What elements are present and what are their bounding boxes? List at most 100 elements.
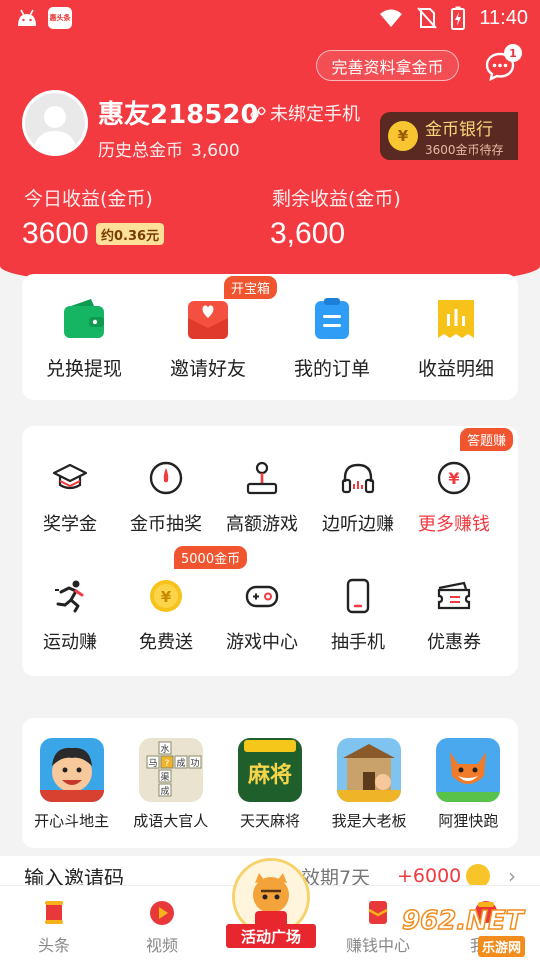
complete-profile-button[interactable]: 完善资料拿金币 (316, 50, 459, 81)
receipt-icon (438, 300, 474, 338)
coin-bank-title: 金币银行 (425, 119, 493, 140)
default-avatar-icon (25, 93, 85, 153)
coin-lottery-button[interactable]: 金币抽奖 (118, 426, 214, 544)
quick-actions-card: 兑换提现 开宝箱 邀请好友 我的订单 收益明细 (22, 274, 518, 400)
wifi-icon (380, 9, 403, 27)
lottery-dial-icon (149, 461, 183, 495)
news-tab-icon (45, 901, 63, 924)
tab-video[interactable]: 视频 (108, 886, 216, 956)
watermark-text: 乐游网 (478, 936, 526, 957)
svg-text:功: 功 (190, 758, 199, 769)
game-item-mahjong[interactable]: 麻将 天天麻将 (222, 738, 318, 831)
app-notification-icon: 惠头条 (48, 7, 72, 29)
activity-square-label: 活动广场 (226, 924, 316, 948)
headphones-icon (341, 463, 375, 494)
my-orders-label: 我的订单 (293, 358, 370, 380)
game-item-doudizhu[interactable]: 开心斗地主 (24, 738, 120, 831)
doudizhu-icon (39, 738, 104, 802)
svg-text:成: 成 (160, 785, 169, 797)
yen-circle-icon: ¥ (437, 461, 471, 495)
svg-text:¥: ¥ (161, 588, 172, 606)
svg-text:?: ? (164, 759, 169, 769)
coin-bank-subtitle: 3600金币待存 (425, 142, 504, 157)
tab-earn-center-label: 赚钱中心 (345, 936, 410, 955)
yen-coin-icon: ¥ (388, 121, 418, 151)
tab-news[interactable]: 头条 (0, 886, 108, 956)
coupons-button[interactable]: 优惠券 (406, 544, 502, 662)
withdraw-button[interactable]: 兑换提现 (22, 296, 146, 381)
tab-activity-square[interactable]: 活动广场 (226, 858, 316, 960)
tab-video-label: 视频 (145, 936, 178, 955)
game-center-label: 游戏中心 (226, 632, 298, 653)
invite-friends-label: 邀请好友 (169, 358, 246, 380)
messages-button[interactable]: 1 (484, 44, 522, 82)
today-earnings-label: 今日收益(金币) (24, 188, 153, 210)
scholarship-label: 奖学金 (43, 514, 97, 535)
listen-earn-label: 边听边赚 (322, 514, 394, 535)
clipboard-icon (315, 298, 349, 339)
game-name: 天天麻将 (239, 812, 300, 830)
phone-icon (346, 578, 370, 614)
link-icon (250, 106, 266, 120)
invite-friends-button[interactable]: 开宝箱 邀请好友 (146, 276, 278, 381)
bind-phone-link[interactable]: 未绑定手机 (250, 100, 360, 126)
scholarship-button[interactable]: 奖学金 (22, 426, 118, 544)
sport-earn-label: 运动赚 (43, 632, 97, 653)
earn-money-card: 奖学金 金币抽奖 高额游戏 边听边赚 答题赚 ¥ 更多赚钱 运动赚 5000金币… (22, 426, 518, 676)
withdraw-label: 兑换提现 (45, 358, 122, 380)
game-name: 我是大老板 (331, 812, 407, 830)
android-icon (18, 9, 36, 26)
history-value: 3,600 (191, 141, 240, 161)
wallet-icon (64, 299, 104, 338)
svg-text:¥: ¥ (448, 469, 459, 488)
more-earning-button[interactable]: 答题赚 ¥ 更多赚钱 (406, 426, 514, 544)
bind-phone-label: 未绑定手机 (270, 104, 360, 125)
game-item-fox-run[interactable]: 阿狸快跑 (420, 738, 516, 831)
username: 惠友218520 (98, 100, 259, 130)
avatar[interactable] (22, 90, 88, 156)
earn-tab-icon (368, 901, 388, 924)
remaining-earnings-label: 剩余收益(金币) (272, 188, 401, 210)
game-item-boss[interactable]: 我是大老板 (321, 738, 417, 831)
games-card: 开心斗地主 水 马 ? 成 功 渠 成 成语大官人 麻将 天天麻将 我是大老板 … (22, 718, 518, 848)
listen-earn-button[interactable]: 边听边赚 (310, 426, 406, 544)
game-name: 开心斗地主 (34, 812, 110, 830)
win-phone-button[interactable]: 抽手机 (310, 544, 406, 662)
more-earning-label: 更多赚钱 (418, 514, 490, 535)
joystick-icon (246, 461, 278, 495)
win-phone-label: 抽手机 (331, 632, 385, 653)
today-cash-equivalent: 约0.36元 (96, 223, 165, 245)
free-gift-button[interactable]: 5000金币 ¥ 免费送 (118, 544, 248, 662)
coin-bank-button[interactable]: ¥ 金币银行 3600金币待存 (380, 112, 518, 160)
idiom-icon: 水 马 ? 成 功 渠 成 (138, 738, 203, 802)
coin-lottery-label: 金币抽奖 (130, 514, 202, 535)
sport-earn-button[interactable]: 运动赚 (22, 544, 118, 662)
earnings-details-label: 收益明细 (417, 358, 494, 380)
gamepad-icon (245, 585, 279, 608)
history-coins: 历史总金币 3,600 (98, 136, 240, 161)
message-count-badge: 1 (504, 44, 522, 62)
running-icon (55, 580, 84, 613)
game-name: 成语大官人 (133, 812, 209, 830)
tab-news-label: 头条 (37, 936, 70, 955)
watermark-number: 962.NET (401, 905, 524, 937)
battery-charging-icon (451, 6, 466, 30)
remaining-earnings-value: 3,600 (270, 217, 346, 250)
video-tab-icon (150, 901, 174, 925)
svg-text:渠: 渠 (160, 771, 169, 783)
high-reward-games-label: 高额游戏 (226, 514, 298, 535)
high-reward-games-button[interactable]: 高额游戏 (214, 426, 310, 544)
coupons-label: 优惠券 (427, 632, 481, 653)
clock: 11:40 (479, 6, 528, 29)
boss-icon (337, 738, 402, 802)
game-name: 阿狸快跑 (438, 812, 499, 830)
today-earnings-value: 3600 (22, 217, 89, 250)
svg-text:水: 水 (160, 743, 169, 755)
history-label: 历史总金币 (98, 141, 183, 161)
game-center-button[interactable]: 游戏中心 (214, 544, 310, 662)
earnings-details-button[interactable]: 收益明细 (394, 296, 518, 381)
my-orders-button[interactable]: 我的订单 (270, 296, 394, 381)
site-watermark: 962.NET 乐游网 (401, 905, 540, 960)
game-item-idiom[interactable]: 水 马 ? 成 功 渠 成 成语大官人 (123, 738, 219, 831)
status-bar: 惠头条 11:40 (0, 0, 540, 36)
